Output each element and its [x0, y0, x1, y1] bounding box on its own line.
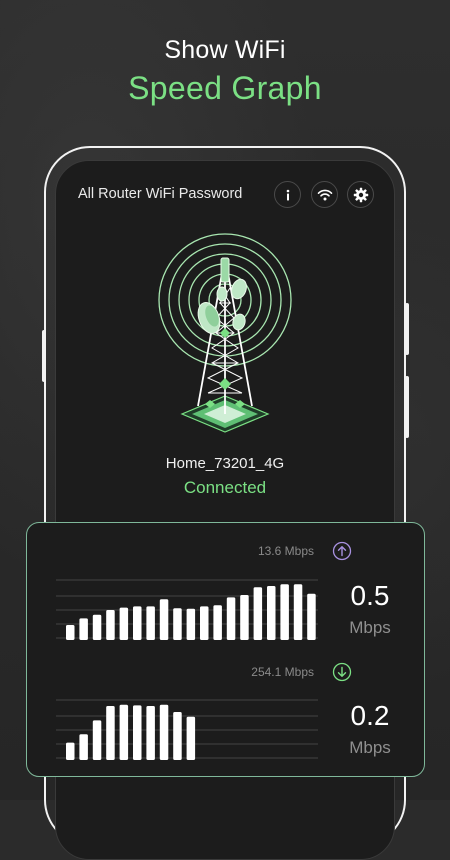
- upload-graph-bar: [240, 595, 249, 640]
- download-graph-bar: [173, 712, 182, 760]
- download-peak-label: 254.1 Mbps: [251, 665, 314, 679]
- upload-graph-bar: [267, 586, 276, 640]
- promo-headline-line1: Show WiFi: [164, 36, 286, 64]
- wifi-icon: [317, 189, 332, 200]
- upload-speed-graph: [56, 579, 318, 640]
- download-graph-bar: [106, 706, 115, 760]
- upload-graph-bar: [66, 625, 75, 640]
- download-graph-bar: [92, 720, 102, 760]
- info-icon: [286, 189, 289, 200]
- download-graph-bar: [79, 734, 88, 760]
- download-graph-bar: [159, 704, 169, 760]
- upload-graph-bar: [226, 597, 236, 640]
- upload-graph-bar: [280, 584, 289, 640]
- info-button[interactable]: [274, 181, 301, 208]
- download-graph-bar: [66, 742, 75, 760]
- app-title: All Router WiFi Password: [78, 186, 243, 202]
- download-speed-value: 0.2: [350, 700, 390, 731]
- upload-speed-value: 0.5: [350, 580, 390, 611]
- download-graph-bar: [119, 704, 129, 760]
- phone-side-button-right-top: [405, 303, 409, 355]
- download-speed-graph: [56, 699, 318, 760]
- upload-graph-bar: [79, 618, 88, 640]
- upload-peak-label: 13.6 Mbps: [257, 544, 314, 558]
- upload-graph-bar: [106, 610, 115, 640]
- arrow-up-icon: [332, 541, 352, 561]
- phone-side-button-right-bottom: [405, 376, 409, 438]
- upload-graph-bar: [159, 599, 169, 640]
- upload-graph-bar: [119, 607, 129, 640]
- upload-graph-bar: [92, 614, 102, 640]
- upload-graph-bar: [186, 608, 196, 640]
- download-speed-unit: Mbps: [349, 738, 391, 757]
- download-graph-bar: [186, 716, 196, 760]
- wifi-tower-illustration: [158, 233, 292, 433]
- phone-side-button-left: [42, 330, 46, 382]
- gear-icon: [353, 187, 368, 202]
- upload-graph-bar: [293, 584, 303, 640]
- upload-graph-bar: [133, 606, 142, 640]
- wifi-button[interactable]: [311, 181, 338, 208]
- connection-status: Connected: [183, 478, 267, 497]
- download-graph-bar: [133, 705, 142, 760]
- upload-graph-bar: [307, 593, 316, 640]
- upload-graph-bar: [213, 605, 222, 640]
- upload-graph-bar: [173, 608, 182, 640]
- settings-button[interactable]: [347, 181, 374, 208]
- upload-graph-bar: [200, 606, 209, 640]
- arrow-down-icon: [332, 662, 352, 682]
- upload-graph-bar: [253, 587, 263, 640]
- download-graph-bar: [146, 706, 155, 760]
- network-name: Home_73201_4G: [165, 455, 285, 472]
- promo-headline-line2: Speed Graph: [128, 70, 322, 106]
- upload-speed-unit: Mbps: [349, 618, 391, 637]
- upload-graph-bar: [146, 606, 155, 640]
